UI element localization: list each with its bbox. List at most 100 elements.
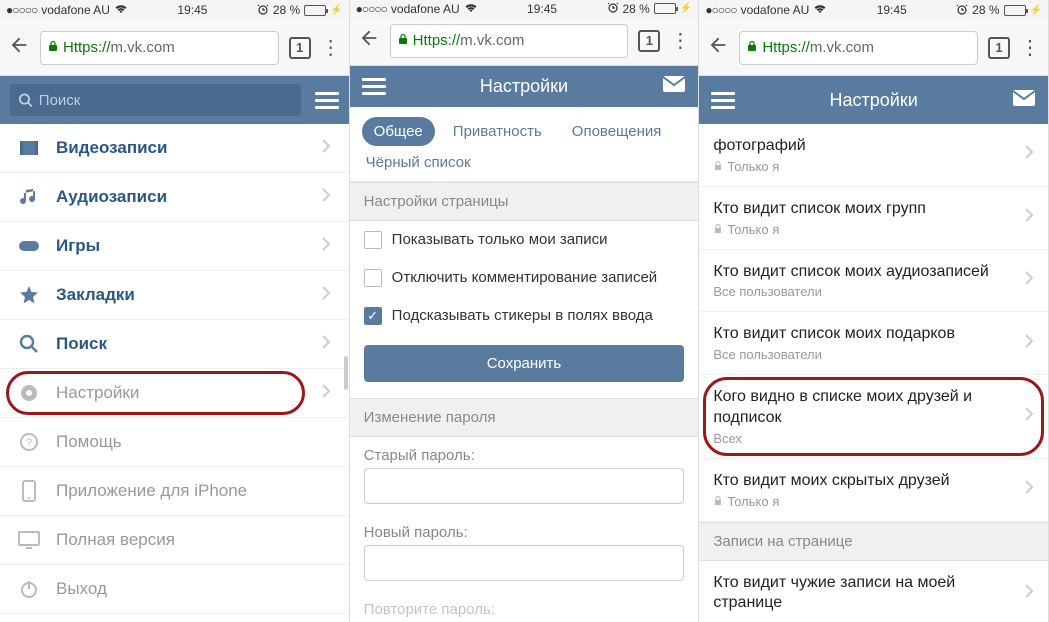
tabs-button[interactable]: 1 (638, 30, 660, 52)
chevron-right-icon (321, 334, 331, 355)
priv-item-groups[interactable]: Кто видит список моих групп Только я (699, 187, 1048, 250)
gear-icon (18, 383, 40, 403)
battery-icon (304, 5, 326, 16)
svg-text:?: ? (26, 437, 32, 449)
highlight-settings (6, 371, 305, 415)
alarm-icon (257, 3, 269, 18)
back-button[interactable] (358, 27, 380, 54)
checkbox-checked[interactable] (364, 307, 382, 325)
url-text: Https://m.vk.com (63, 39, 175, 56)
status-bar: ●○○○○ vodafone AU 19:45 28 % ⚡ (0, 0, 349, 20)
messages-icon[interactable] (662, 75, 686, 98)
menu-item-logout[interactable]: Выход (0, 565, 349, 614)
chevron-right-icon (321, 285, 331, 306)
carrier-label: vodafone AU (391, 2, 460, 16)
music-icon (18, 187, 40, 207)
power-icon (18, 579, 40, 599)
search-field[interactable] (39, 92, 293, 109)
section-wall-posts: Записи на странице (699, 522, 1048, 561)
address-bar[interactable]: Https://m.vk.com (40, 31, 279, 65)
menu-list: Видеозаписи Аудиозаписи Игры Закладки По… (0, 124, 349, 622)
menu-button[interactable]: ⋮ (670, 31, 690, 51)
priv-item-gifts[interactable]: Кто видит список моих подарков Все польз… (699, 312, 1048, 375)
chevron-right-icon (1024, 479, 1034, 500)
chevron-right-icon (1024, 333, 1034, 354)
chevron-right-icon (321, 187, 331, 208)
alarm-icon (956, 3, 968, 18)
tabs-button[interactable]: 1 (289, 37, 311, 59)
lock-icon (746, 39, 758, 57)
address-bar[interactable]: Https://m.vk.com (390, 24, 629, 58)
menu-item-iphone-app[interactable]: Приложение для iPhone (0, 467, 349, 516)
menu-item-help[interactable]: ? Помощь (0, 418, 349, 467)
vk-header: Настройки (350, 66, 699, 107)
charging-icon: ⚡ (330, 5, 342, 16)
priv-item-friends[interactable]: Кого видно в списке моих друзей и подпис… (699, 375, 1048, 459)
page-title: Настройки (386, 76, 663, 97)
label-new-password: Новый пароль: (350, 514, 699, 545)
save-button[interactable]: Сохранить (364, 345, 685, 382)
menu-item-settings[interactable]: Настройки (0, 369, 349, 418)
chevron-right-icon (321, 236, 331, 257)
label-repeat-password: Повторите пароль: (350, 591, 699, 622)
chevron-right-icon (1024, 144, 1034, 165)
monitor-icon (18, 531, 40, 549)
menu-item-full-version[interactable]: Полная версия (0, 516, 349, 565)
search-input[interactable] (10, 84, 301, 116)
battery-pct: 28 % (623, 2, 650, 16)
messages-icon[interactable] (1012, 89, 1036, 112)
battery-icon (1004, 5, 1026, 16)
hamburger-icon[interactable] (315, 92, 339, 109)
chevron-right-icon (321, 138, 331, 159)
menu-button[interactable]: ⋮ (1020, 38, 1040, 58)
subtab-blacklist[interactable]: Чёрный список (362, 146, 687, 175)
check-suggest-stickers[interactable]: Подсказывать стикеры в полях ввода (350, 297, 699, 335)
carrier-label: vodafone AU (41, 3, 110, 17)
clock: 19:45 (177, 3, 207, 17)
url-text: Https://m.vk.com (762, 39, 874, 56)
menu-item-games[interactable]: Игры (0, 222, 349, 271)
tabs-button[interactable]: 1 (988, 37, 1010, 59)
help-icon: ? (18, 432, 40, 452)
search-icon (18, 334, 40, 354)
carrier-label: vodafone AU (741, 3, 810, 17)
input-new-password[interactable] (364, 545, 685, 581)
priv-item-audio[interactable]: Кто видит список моих аудиозаписей Все п… (699, 250, 1048, 313)
check-disable-comments[interactable]: Отключить комментирование записей (350, 259, 699, 297)
priv-item-others-posts[interactable]: Кто видит чужие записи на моей странице (699, 561, 1048, 622)
chevron-right-icon (1024, 406, 1034, 427)
charging-icon: ⚡ (680, 3, 692, 14)
menu-item-bookmarks[interactable]: Закладки (0, 271, 349, 320)
hamburger-icon[interactable] (711, 92, 735, 109)
panel-privacy: ●○○○○ vodafone AU 19:45 28 % ⚡ Https://m… (699, 0, 1049, 622)
chevron-right-icon (1024, 270, 1034, 291)
clock: 19:45 (877, 3, 907, 17)
wifi-icon (813, 3, 827, 17)
priv-item-hidden-friends[interactable]: Кто видит моих скрытых друзей Только я (699, 459, 1048, 522)
back-button[interactable] (707, 34, 729, 61)
tab-general[interactable]: Общее (362, 117, 435, 146)
checkbox[interactable] (364, 231, 382, 249)
chevron-right-icon (1024, 583, 1034, 604)
checkbox[interactable] (364, 269, 382, 287)
lock-icon (397, 32, 409, 50)
hamburger-icon[interactable] (362, 78, 386, 95)
menu-item-audio[interactable]: Аудиозаписи (0, 173, 349, 222)
priv-item-photos[interactable]: фотографий Только я (699, 124, 1048, 187)
clock: 19:45 (527, 2, 557, 16)
check-only-mine[interactable]: Показывать только мои записи (350, 221, 699, 259)
vk-search-header (0, 76, 349, 124)
input-old-password[interactable] (364, 468, 685, 504)
tab-notifications[interactable]: Оповещения (560, 117, 674, 146)
browser-bar: Https://m.vk.com 1 ⋮ (0, 20, 349, 76)
menu-button[interactable]: ⋮ (321, 38, 341, 58)
menu-item-search[interactable]: Поиск (0, 320, 349, 369)
privacy-list: фотографий Только я Кто видит список мои… (699, 124, 1048, 622)
back-button[interactable] (8, 34, 30, 61)
charging-icon: ⚡ (1030, 5, 1042, 16)
menu-item-video[interactable]: Видеозаписи (0, 124, 349, 173)
star-icon (18, 285, 40, 305)
tab-privacy[interactable]: Приватность (441, 117, 554, 146)
address-bar[interactable]: Https://m.vk.com (739, 31, 978, 65)
wifi-icon (114, 3, 128, 17)
